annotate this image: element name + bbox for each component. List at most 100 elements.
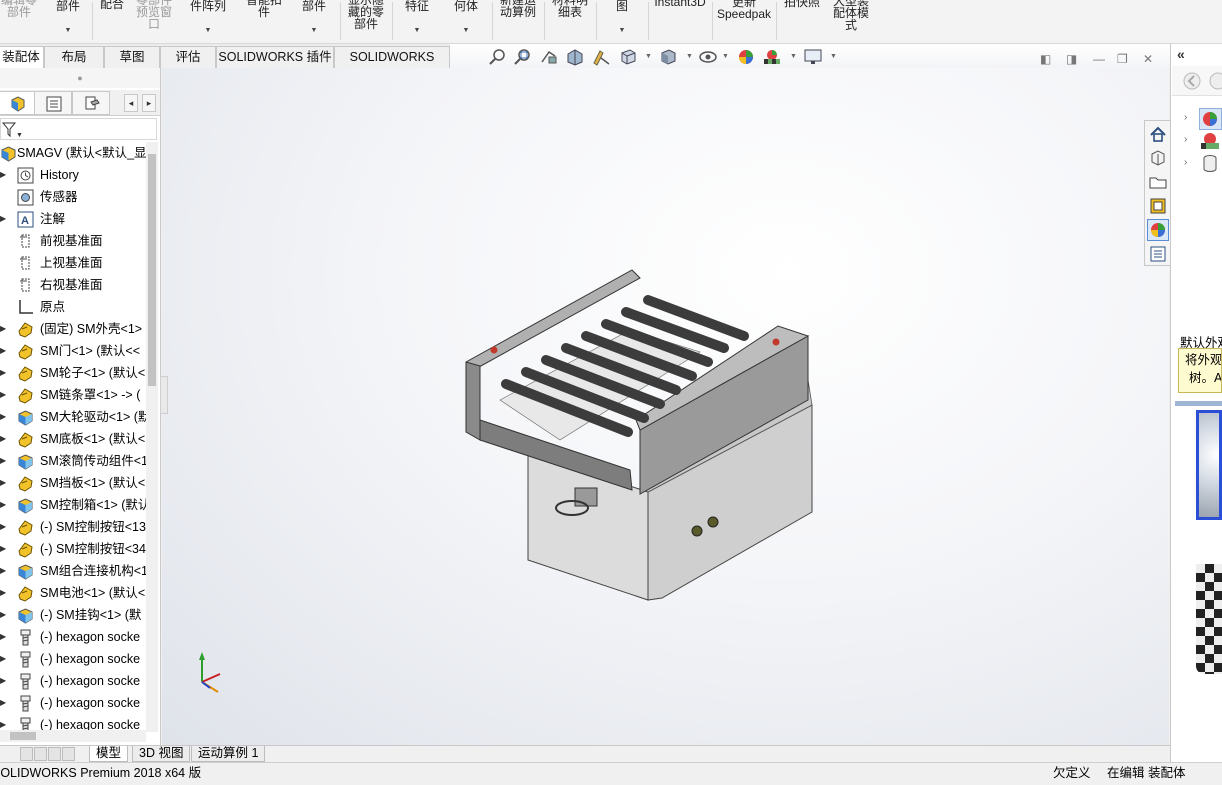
expand-arrow-icon[interactable]: ▶ — [0, 604, 8, 626]
ribbon-insert-component[interactable]: 部件 ▼ — [48, 0, 88, 42]
assembly-model-view[interactable] — [162, 68, 1169, 745]
ribbon-take-snapshot[interactable]: 拍快照 — [778, 0, 826, 38]
forward-icon[interactable] — [1208, 71, 1222, 91]
ribbon-instant3d[interactable]: Instant3D — [650, 0, 710, 38]
tab-solidworks-mbd[interactable]: SOLIDWORKS MBD — [334, 46, 450, 84]
expand-arrow-icon[interactable]: ▶ — [0, 428, 8, 450]
prev-tab-icon[interactable] — [34, 747, 47, 761]
expand-arrow-icon[interactable]: › — [1184, 157, 1187, 168]
vertical-scrollbar[interactable] — [146, 142, 158, 732]
tree-item[interactable]: ▶ SM轮子<1> (默认< — [0, 362, 146, 384]
expand-arrow-icon[interactable]: ▶ — [0, 582, 8, 604]
tab-layout[interactable]: 布局 — [44, 46, 104, 68]
expand-arrow-icon[interactable]: ▶ — [0, 164, 8, 186]
ribbon-bill-of-materials[interactable]: 材料明 细表 — [548, 0, 592, 36]
expand-arrow-icon[interactable]: ▶ — [0, 692, 8, 714]
decals-folder-icon[interactable] — [1201, 154, 1221, 174]
tree-item[interactable]: ▶ SM底板<1> (默认< — [0, 428, 146, 450]
tree-item[interactable]: ▶ SM控制箱<1> (默认 — [0, 494, 146, 516]
collapse-task-pane-icon[interactable]: « — [1177, 46, 1185, 62]
property-manager-icon[interactable] — [34, 91, 72, 115]
tree-item[interactable]: ▶ SM门<1> (默认<< — [0, 340, 146, 362]
chevron-down-icon[interactable]: ▼ — [790, 53, 797, 60]
expand-arrow-icon[interactable]: ▶ — [0, 538, 8, 560]
tab-assembly[interactable]: 装配体 — [0, 46, 44, 69]
tree-item[interactable]: ▶ SM大轮驱动<1> (默 — [0, 406, 146, 428]
tab-evaluate[interactable]: 评估 — [160, 46, 216, 68]
tree-item[interactable]: ▶ History — [0, 164, 146, 186]
tree-item[interactable]: ▶ (-) hexagon socke — [0, 670, 146, 692]
ribbon-edit-component[interactable]: 编辑零 部件 — [0, 0, 38, 36]
tree-item[interactable]: ▶ (-) hexagon socke — [0, 626, 146, 648]
chevron-down-icon[interactable]: ▼ — [686, 53, 693, 60]
tree-item[interactable]: ▶ A 注解 — [0, 208, 146, 230]
expand-arrow-icon[interactable]: ▶ — [0, 516, 8, 538]
scrollbar-thumb[interactable] — [10, 732, 36, 740]
split-right-icon[interactable]: ◨ — [1066, 52, 1077, 66]
horizontal-scrollbar[interactable] — [0, 730, 146, 742]
chevron-down-icon[interactable]: ▼ — [722, 53, 729, 60]
graphics-area[interactable] — [162, 68, 1169, 745]
tree-item[interactable]: ▶ (-) hexagon socke — [0, 648, 146, 670]
back-icon[interactable] — [1182, 71, 1202, 91]
view-orientation-icon[interactable] — [618, 48, 638, 66]
restore-icon[interactable]: ❐ — [1117, 52, 1128, 66]
dynamic-annotation-icon[interactable] — [591, 48, 611, 66]
tab-solidworks-addins[interactable]: SOLIDWORKS 插件 — [216, 46, 334, 68]
tab-3d-view[interactable]: 3D 视图 — [132, 746, 191, 762]
tree-item[interactable]: 传感器 — [0, 186, 146, 208]
home-icon[interactable] — [1147, 123, 1169, 145]
view-palette-icon[interactable] — [1147, 195, 1169, 217]
ribbon-show-hidden-components[interactable]: 显示隐 藏的零 部件 — [344, 0, 388, 36]
chevron-down-icon[interactable]: ▼ — [65, 25, 72, 37]
expand-arrow-icon[interactable]: ▶ — [0, 670, 8, 692]
tree-item[interactable]: 上视基准面 — [0, 252, 146, 274]
tab-motion-study[interactable]: 运动算例 1 — [191, 746, 266, 762]
expand-arrow-icon[interactable]: ▶ — [0, 648, 8, 670]
minimize-icon[interactable]: — — [1093, 52, 1105, 66]
chevron-down-icon[interactable]: ▼ — [619, 25, 626, 37]
tree-item[interactable]: ▶ SM电池<1> (默认< — [0, 582, 146, 604]
expand-arrow-icon[interactable]: ▶ — [0, 208, 8, 230]
scenes-folder-icon[interactable] — [1199, 131, 1221, 151]
configuration-manager-icon[interactable] — [72, 91, 110, 115]
custom-properties-icon[interactable] — [1147, 243, 1169, 265]
tree-item[interactable]: ▶ (-) SM挂钩<1> (默 — [0, 604, 146, 626]
hide-show-items-icon[interactable] — [698, 48, 718, 66]
tree-item[interactable]: 前视基准面 — [0, 230, 146, 252]
tree-item[interactable]: ▶ SM滚筒传动组件<1 — [0, 450, 146, 472]
ribbon-new-motion-study[interactable]: 新建运 动算例 — [496, 0, 540, 36]
tree-item[interactable]: ▶ SM组合连接机构<1 — [0, 560, 146, 582]
scrollbar-thumb[interactable] — [148, 154, 156, 386]
chevron-down-icon[interactable]: ▼ — [645, 53, 652, 60]
tree-item[interactable]: 原点 — [0, 296, 146, 318]
ribbon-component-preview[interactable]: 零部件 预览窗 口 — [132, 0, 176, 36]
display-style-icon[interactable] — [658, 48, 678, 66]
expand-arrow-icon[interactable]: ▶ — [0, 472, 8, 494]
tree-filter[interactable]: ▼ — [0, 118, 157, 140]
tree-item[interactable]: ▶ SM挡板<1> (默认< — [0, 472, 146, 494]
chevron-right-icon[interactable]: ▸ — [142, 94, 156, 112]
chevron-down-icon[interactable]: ▼ — [463, 25, 470, 37]
view-settings-icon[interactable] — [803, 48, 823, 66]
tree-root-assembly[interactable]: SMAGV (默认<默认_显 — [0, 142, 146, 164]
first-tab-icon[interactable] — [20, 747, 33, 761]
split-left-icon[interactable]: ◧ — [1040, 52, 1051, 66]
tree-item[interactable]: ▶ (固定) SM外壳<1> — [0, 318, 146, 340]
tree-item[interactable]: ▶ (-) hexagon socke — [0, 692, 146, 714]
task-pane-divider[interactable] — [1175, 401, 1222, 406]
expand-arrow-icon[interactable]: ▶ — [0, 318, 8, 340]
expand-arrow-icon[interactable]: ▶ — [0, 340, 8, 362]
ribbon-linear-pattern[interactable]: 件阵列 ▼ — [186, 0, 230, 42]
appearances-icon[interactable] — [1147, 219, 1169, 241]
tab-sketch[interactable]: 草图 — [104, 46, 160, 68]
appearance-swatch-checker[interactable] — [1196, 564, 1222, 674]
chevron-down-icon[interactable]: ▼ — [205, 25, 212, 37]
file-explorer-icon[interactable] — [1147, 171, 1169, 193]
tree-item[interactable]: ▶ SM链条罩<1> -> ( — [0, 384, 146, 406]
appearances-folder-icon[interactable] — [1199, 108, 1222, 130]
expand-arrow-icon[interactable]: ▶ — [0, 560, 8, 582]
next-tab-icon[interactable] — [48, 747, 61, 761]
zoom-to-fit-icon[interactable] — [488, 48, 508, 66]
chevron-down-icon[interactable]: ▼ — [311, 25, 318, 37]
